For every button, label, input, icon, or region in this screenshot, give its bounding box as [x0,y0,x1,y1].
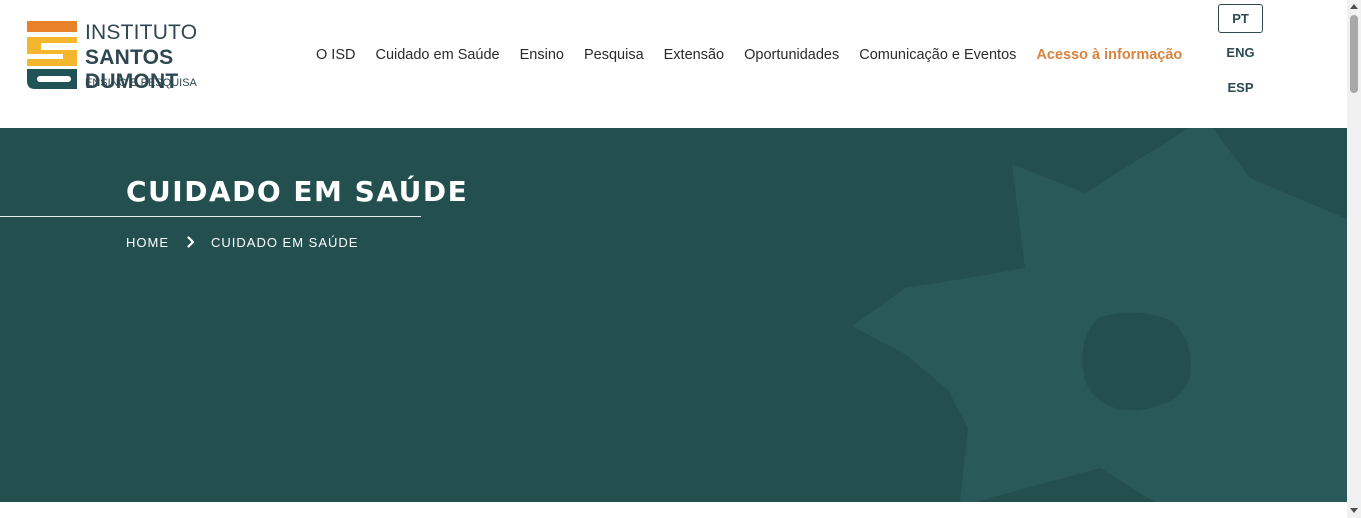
logo-s-icon [27,21,77,89]
logo-tagline: ENSINO E PESQUISA [85,77,197,89]
main-nav: O ISD Cuidado em Saúde Ensino Pesquisa E… [316,45,1182,65]
nav-item-pesquisa[interactable]: Pesquisa [584,45,644,65]
logo-title-line1: INSTITUTO [85,21,198,44]
scroll-down-arrow-icon[interactable] [1350,508,1358,513]
language-eng-button[interactable]: ENG [1218,39,1263,68]
site-header: INSTITUTO SANTOS DUMONT ENSINO E PESQUIS… [0,0,1347,128]
page: INSTITUTO SANTOS DUMONT ENSINO E PESQUIS… [0,0,1347,518]
nav-item-o-isd[interactable]: O ISD [316,45,355,65]
vertical-scrollbar[interactable] [1347,0,1361,518]
language-esp-button[interactable]: ESP [1218,74,1263,103]
page-title: CUIDADO EM SAÚDE [126,175,469,208]
nav-item-ensino[interactable]: Ensino [520,45,564,65]
scroll-up-arrow-icon[interactable] [1350,4,1358,9]
site-logo[interactable]: INSTITUTO SANTOS DUMONT ENSINO E PESQUIS… [25,20,265,93]
breadcrumb: HOME CUIDADO EM SAÚDE [126,233,358,251]
page-hero-banner: CUIDADO EM SAÚDE HOME CUIDADO EM SAÚDE [0,128,1347,502]
breadcrumb-home-link[interactable]: HOME [126,235,169,250]
language-pt-button[interactable]: PT [1218,4,1263,33]
nav-item-cuidado-em-saude[interactable]: Cuidado em Saúde [375,45,499,65]
breadcrumb-current-page: CUIDADO EM SAÚDE [211,234,359,250]
language-switcher: PT ENG ESP [1218,4,1264,103]
title-divider [0,216,421,217]
scrollbar-thumb[interactable] [1350,15,1358,93]
nav-item-comunicacao-e-eventos[interactable]: Comunicação e Eventos [859,45,1016,65]
nav-item-oportunidades[interactable]: Oportunidades [744,45,839,65]
chevron-right-icon [185,236,197,248]
content-area-start [0,502,1347,518]
nav-item-acesso-a-informacao[interactable]: Acesso à informação [1036,45,1182,65]
nav-item-extensao[interactable]: Extensão [664,45,724,65]
